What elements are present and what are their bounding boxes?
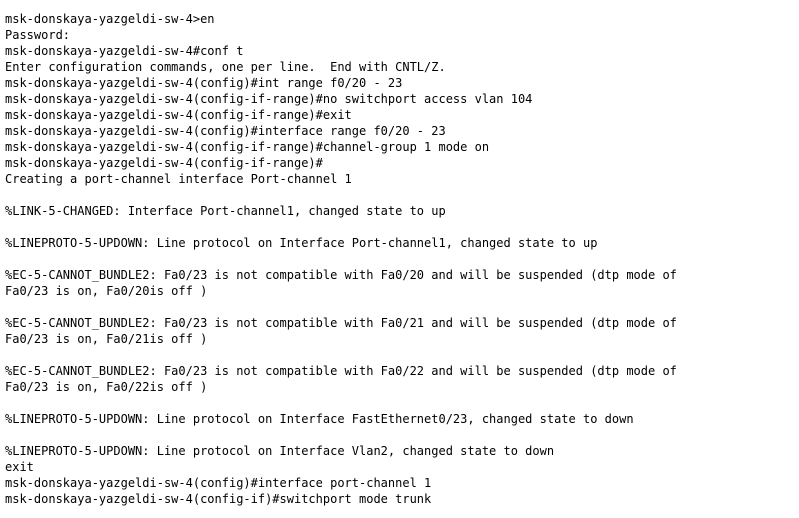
terminal-line: Creating a port-channel interface Port-c… xyxy=(5,172,352,186)
terminal-line: Password: xyxy=(5,28,71,42)
terminal-output[interactable]: msk-donskaya-yazgeldi-sw-4>en Password: ms… xyxy=(0,0,799,518)
terminal-line: msk-donskaya-yazgeldi-sw-4(config-if-ran… xyxy=(5,140,490,154)
terminal-line: %LINEPROTO-5-UPDOWN: Line protocol on In… xyxy=(5,444,555,458)
terminal-line: %LINEPROTO-5-UPDOWN: Line protocol on In… xyxy=(5,236,598,250)
terminal-line: Enter configuration commands, one per li… xyxy=(5,60,446,74)
terminal-lines: msk-donskaya-yazgeldi-sw-4>en Password: ms… xyxy=(5,11,799,507)
terminal-line: Fa0/23 is on, Fa0/20is off ) xyxy=(5,284,208,298)
terminal-line: msk-donskaya-yazgeldi-sw-4#conf t xyxy=(5,44,244,58)
terminal-line: %EC-5-CANNOT_BUNDLE2: Fa0/23 is not comp… xyxy=(5,364,677,378)
terminal-line: msk-donskaya-yazgeldi-sw-4(config-if-ran… xyxy=(5,108,352,122)
terminal-line: msk-donskaya-yazgeldi-sw-4(config-if)#sw… xyxy=(5,492,432,506)
terminal-line: msk-donskaya-yazgeldi-sw-4(config)#inter… xyxy=(5,476,432,490)
terminal-line: %LINEPROTO-5-UPDOWN: Line protocol on In… xyxy=(5,412,634,426)
terminal-line: Fa0/23 is on, Fa0/22is off ) xyxy=(5,380,208,394)
terminal-line: msk-donskaya-yazgeldi-sw-4(config)#inter… xyxy=(5,124,446,138)
terminal-line: msk-donskaya-yazgeldi-sw-4(config-if-ran… xyxy=(5,92,533,106)
terminal-line: %EC-5-CANNOT_BUNDLE2: Fa0/23 is not comp… xyxy=(5,268,677,282)
terminal-line: Fa0/23 is on, Fa0/21is off ) xyxy=(5,332,208,346)
terminal-line: %EC-5-CANNOT_BUNDLE2: Fa0/23 is not comp… xyxy=(5,316,677,330)
terminal-line: msk-donskaya-yazgeldi-sw-4(config-if-ran… xyxy=(5,156,323,170)
terminal-line: msk-donskaya-yazgeldi-sw-4>en xyxy=(5,12,215,26)
terminal-line: %LINK-5-CHANGED: Interface Port-channel1… xyxy=(5,204,446,218)
terminal-line: exit xyxy=(5,460,34,474)
terminal-line: msk-donskaya-yazgeldi-sw-4(config)#int r… xyxy=(5,76,403,90)
